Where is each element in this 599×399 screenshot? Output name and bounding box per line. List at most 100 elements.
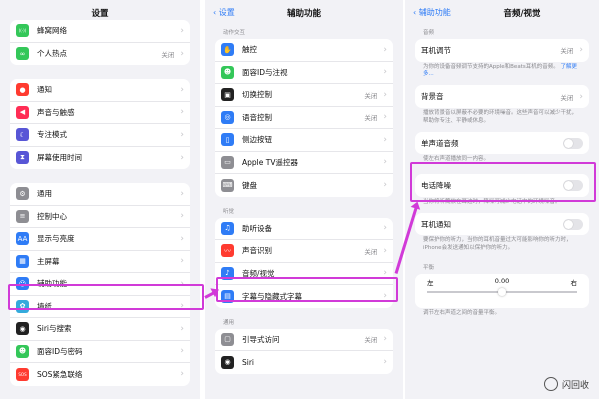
side-button-icon: ▯	[221, 133, 234, 147]
row-label: 键盘	[242, 180, 257, 190]
row-label: 面容ID与密码	[37, 346, 83, 356]
row-label: 单声道音频	[421, 138, 459, 148]
row-label: 助听设备	[242, 223, 272, 233]
row-value: 关闭	[364, 247, 378, 256]
section-header: 听觉	[223, 208, 235, 215]
chevron-right-icon: ›	[180, 84, 184, 95]
mono-audio-row: 单声道音频	[415, 132, 589, 155]
row-label: 个人热点	[37, 49, 67, 59]
balance-slider-thumb[interactable]	[498, 288, 506, 297]
list-item[interactable]: ∞ 个人热点 关闭 ›	[10, 43, 190, 66]
list-item[interactable]: 〰声音识别 关闭 ›	[215, 240, 393, 263]
settings-navbar: 设置	[0, 0, 200, 22]
list-item[interactable]: ◀ 声音与触感 ›	[10, 102, 190, 124]
chevron-right-icon: ›	[383, 357, 387, 368]
balance-right-label: 右	[570, 279, 577, 288]
chevron-right-icon: ›	[180, 211, 184, 222]
list-item[interactable]: ♫ 助听设备 ›	[215, 218, 393, 240]
grid-icon: ▦	[16, 254, 29, 268]
background-sounds-row[interactable]: 背景音 关闭 ›	[415, 85, 589, 108]
row-label: 声音与触感	[37, 107, 75, 117]
chevron-right-icon: ›	[180, 48, 184, 59]
headphone-notifications-toggle[interactable]	[563, 218, 583, 230]
list-item[interactable]: ▯ 侧边按钮 ›	[215, 129, 393, 152]
watermark-text: 闪回收	[561, 380, 589, 391]
row-label: 耳机调节	[421, 45, 451, 55]
list-item[interactable]: ▭ Apple TV遥控器 ›	[215, 152, 393, 174]
list-item[interactable]: ◉ Siri与搜索 ›	[10, 318, 190, 341]
row-label: 控制中心	[37, 211, 67, 221]
balance-labels: 左 0.00 右	[415, 274, 589, 287]
hourglass-icon: ⧗	[16, 151, 29, 165]
list-item[interactable]: ◉ Siri ›	[215, 351, 393, 374]
chevron-right-icon: ›	[180, 233, 184, 244]
background-sounds-group: 背景音 关闭 ›	[415, 85, 589, 108]
page-title: 设置	[91, 9, 109, 19]
mono-audio-toggle[interactable]	[563, 137, 583, 149]
motor-group: ✋ 触控 › ☻ 面容ID与注视 › ▣ 切换控制 关闭 › ◎ 语音控制 关闭 › ▯ 侧边按钮 › ▭ Appl…	[215, 39, 393, 197]
list-item[interactable]: ☾ 专注模式 ›	[10, 124, 190, 147]
remote-icon: ▭	[221, 155, 234, 169]
waveform-icon: 〰	[221, 244, 234, 258]
balance-left-label: 左	[427, 279, 434, 288]
row-label: 显示与亮度	[37, 234, 75, 244]
ear-icon: ♫	[221, 221, 234, 235]
settings-group-notifications: ● 通知 › ◀ 声音与触感 › ☾ 专注模式 › ⧗ 屏幕使用时间 ›	[10, 79, 190, 169]
list-item[interactable]: ((·)) 蜂窝网络 ›	[10, 20, 190, 43]
chevron-right-icon: ›	[180, 256, 184, 267]
list-item[interactable]: ⧗ 屏幕使用时间 ›	[10, 147, 190, 170]
row-label: Apple TV遥控器	[242, 157, 298, 167]
aa-icon: AA	[16, 232, 29, 246]
list-item[interactable]: ◎ 语音控制 关闭 ›	[215, 107, 393, 129]
switch-icon: ▣	[221, 88, 234, 102]
list-item[interactable]: ▢ 引导式访问 关闭 ›	[215, 329, 393, 351]
chevron-right-icon: ›	[579, 91, 583, 102]
chevron-right-icon: ›	[383, 112, 387, 123]
row-label: 触控	[242, 45, 257, 55]
row-value: 关闭	[161, 50, 175, 59]
headphone-accommodations-row[interactable]: 耳机调节 关闭 ›	[415, 39, 589, 62]
list-item[interactable]: ⌨ 键盘 ›	[215, 174, 393, 197]
section-header: 音频	[423, 30, 435, 36]
list-item[interactable]: ▣ 切换控制 关闭 ›	[215, 84, 393, 107]
headphone-description: 为你的设备音频调节支持的Apple和Beats耳机的音频。 了解更多...	[405, 62, 599, 86]
headphone-accommodations-group: 耳机调节 关闭 ›	[415, 39, 589, 62]
speaker-icon: ◀	[16, 105, 29, 119]
headphone-notifications-row: 耳机通知	[415, 213, 589, 236]
balance-slider[interactable]	[427, 288, 577, 297]
row-value: 关闭	[560, 93, 574, 102]
chevron-right-icon: ›	[579, 45, 583, 56]
chevron-right-icon: ›	[180, 25, 184, 36]
list-item[interactable]: ✋ 触控 ›	[215, 39, 393, 62]
watermark-logo-icon	[543, 377, 558, 391]
chevron-right-icon: ›	[180, 323, 184, 334]
row-label: 耳机通知	[421, 219, 451, 229]
list-item[interactable]: ☻ 面容ID与注视 ›	[215, 62, 393, 84]
bell-icon: ●	[16, 83, 29, 97]
general-group: ▢ 引导式访问 关闭 › ◉ Siri ›	[215, 328, 393, 374]
row-label: 侧边按钮	[242, 135, 272, 145]
chevron-right-icon: ›	[383, 89, 387, 100]
headphone-notifications-description: 要保护你的听力，当你的耳机音量过大可能影响你的听力时，iPhone会发送通知以保…	[423, 237, 572, 252]
siri-icon: ◉	[16, 322, 29, 336]
balance-description: 调节左右声道之间的音量平衡。	[423, 310, 501, 317]
settings-group-network: ((·)) 蜂窝网络 › ∞ 个人热点 关闭 ›	[10, 20, 190, 65]
list-item[interactable]: ● 通知 ›	[10, 79, 190, 102]
background-sounds-description: 播放背景音以屏蔽不必要的环境噪音。这些声音可以减少干扰，帮助你专注、平静或休息。	[423, 109, 578, 124]
section-header: 通用	[223, 319, 235, 326]
list-item[interactable]: ☻ 面容ID与密码 ›	[10, 341, 190, 363]
list-item[interactable]: AA 显示与亮度 ›	[10, 228, 190, 251]
row-label: SOS紧急联络	[37, 369, 83, 379]
section-header: 动作交互	[223, 30, 246, 36]
chevron-right-icon: ›	[383, 334, 387, 345]
list-item[interactable]: ≡ 控制中心 ›	[10, 206, 190, 228]
voice-icon: ◎	[221, 110, 234, 124]
chevron-right-icon: ›	[383, 44, 387, 55]
row-label: 屏幕使用时间	[37, 153, 82, 163]
row-label: 通用	[37, 189, 52, 199]
list-item[interactable]: ⚙ 通用 ›	[10, 183, 190, 206]
accessibility-panel: ‹ 设置 辅助功能 动作交互 ✋ 触控 › ☻ 面容ID与注视 › ▣ 切换控制 关闭 › ◎ 语音控…	[205, 0, 403, 399]
chevron-right-icon: ›	[383, 180, 387, 191]
list-item[interactable]: SOS SOS紧急联络 ›	[10, 363, 190, 386]
list-item[interactable]: ▦ 主屏幕 ›	[10, 251, 190, 273]
